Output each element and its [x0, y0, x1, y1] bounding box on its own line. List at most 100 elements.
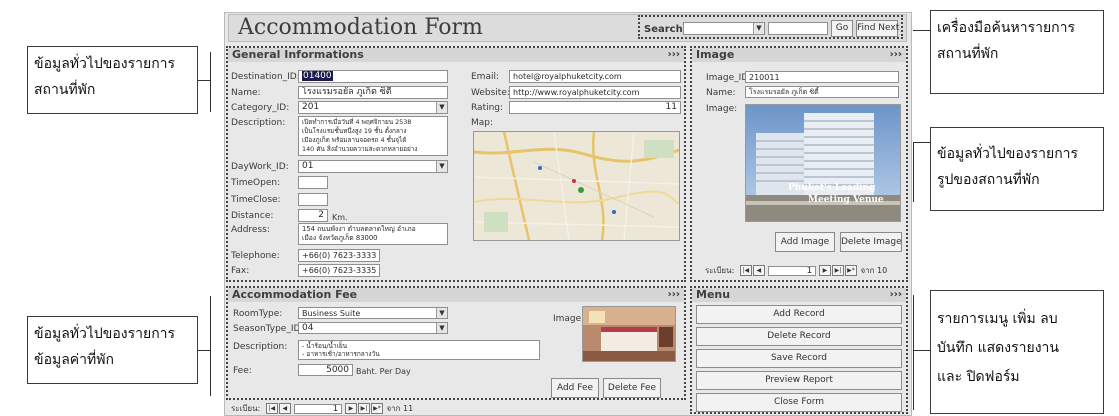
chevron-down-icon: ▼ [436, 323, 447, 333]
add-image-button[interactable]: Add Image [775, 232, 835, 252]
expand-icon[interactable]: ››› [668, 48, 680, 61]
image-section-title: Image [696, 48, 735, 61]
seasontype-id-combo[interactable]: 04 ▼ [298, 322, 448, 334]
map-label: Map: [471, 118, 494, 128]
image-header: Image ››› [692, 48, 906, 62]
fee-unit: Baht. Per Day [356, 367, 411, 376]
rating-label: Rating: [471, 103, 504, 113]
roomtype-combo[interactable]: Business Suite ▼ [298, 307, 448, 319]
search-label: Search: [644, 24, 687, 35]
address-label: Address: [231, 225, 270, 235]
rating-field[interactable]: 11 [509, 101, 681, 114]
callout-line [198, 350, 210, 351]
close-form-button[interactable]: Close Form [696, 393, 902, 412]
email-field[interactable]: hotel@royalphuketcity.com [509, 70, 681, 83]
save-record-button[interactable]: Save Record [696, 349, 902, 368]
daywork-id-combo[interactable]: 01 ▼ [298, 160, 448, 173]
annotation-menu: รายการเมนู เพิ่ม ลบ บันทึก แสดงรายงาน แล… [930, 290, 1104, 414]
callout-line [198, 80, 210, 81]
callout-line [913, 142, 930, 143]
fee-field[interactable]: 5000 [298, 364, 353, 376]
image-record-navigator: ระเบียน: |◀ ◀ 1 ▶ ▶| ▶* จาก 10 [705, 265, 888, 276]
fee-description-label: Description: [233, 342, 288, 352]
timeclose-field[interactable] [298, 193, 328, 206]
search-input[interactable] [768, 22, 828, 35]
fax-field[interactable]: +66(0) 7623-3335 [298, 264, 380, 277]
delete-fee-button[interactable]: Delete Fee [603, 378, 661, 398]
room-photo [582, 306, 676, 362]
go-button[interactable]: Go [831, 20, 853, 37]
chevron-down-icon: ▼ [436, 102, 447, 113]
image-name-field[interactable]: โรงแรมรอยัล ภูเก็ต ซิตี้ [745, 86, 899, 98]
delete-record-button[interactable]: Delete Record [696, 327, 902, 346]
address-field[interactable]: 154 ถนนพังงา ตำบลตลาดใหญ่ อำเภอ เมือง จั… [298, 223, 448, 245]
description-label: Description: [231, 118, 286, 128]
name-field[interactable]: โรงแรมรอยัล ภูเก็ต ซิตี้ [298, 86, 448, 99]
name-label: Name: [231, 88, 261, 98]
first-record-icon[interactable]: |◀ [739, 265, 752, 276]
image-image-label: Image: [706, 104, 738, 114]
distance-field[interactable]: 2 [298, 209, 328, 222]
timeopen-field[interactable] [298, 176, 328, 189]
expand-icon[interactable]: ››› [890, 48, 902, 61]
new-record-icon[interactable]: ▶* [370, 403, 383, 414]
record-number-field[interactable]: 1 [768, 265, 817, 276]
timeopen-label: TimeOpen: [231, 178, 281, 188]
menu-title: Menu [696, 288, 731, 301]
annotation-image-info: ข้อมูลทั่วไปของรายการ รูปของสถานที่พัก [930, 127, 1104, 211]
search-field-combo[interactable]: ▼ [683, 22, 765, 35]
menu-header: Menu ››› [692, 288, 906, 302]
prev-record-icon[interactable]: ◀ [278, 403, 291, 414]
category-id-combo[interactable]: 201 ▼ [298, 101, 448, 114]
daywork-id-label: DayWork_ID: [231, 162, 289, 172]
prev-record-icon[interactable]: ◀ [752, 265, 765, 276]
general-info-title: General Informations [232, 48, 364, 61]
callout-line [913, 295, 914, 410]
destination-id-field[interactable]: 01400 [298, 70, 448, 83]
callout-line [913, 142, 914, 202]
callout-line [210, 52, 211, 112]
telephone-field[interactable]: +66(0) 7623-3333 [298, 249, 380, 262]
last-record-icon[interactable]: ▶| [831, 265, 844, 276]
next-record-icon[interactable]: ▶ [344, 403, 357, 414]
timeclose-label: TimeClose: [231, 195, 281, 205]
last-record-icon[interactable]: ▶| [357, 403, 370, 414]
add-fee-button[interactable]: Add Fee [551, 378, 599, 398]
fee-section-title: Accommodation Fee [232, 288, 358, 301]
hotel-photo: Phuket's Leading Meeting Venue [745, 104, 901, 222]
website-field[interactable]: http://www.royalphuketcity.com [509, 86, 681, 99]
image-name-label: Name: [706, 88, 736, 98]
callout-line [913, 350, 930, 351]
expand-icon[interactable]: ››› [668, 288, 680, 301]
photo-caption-line1: Phuket's Leading [788, 183, 876, 193]
add-record-button[interactable]: Add Record [696, 305, 902, 324]
first-record-icon[interactable]: |◀ [265, 403, 278, 414]
telephone-label: Telephone: [231, 251, 280, 261]
photo-caption-line2: Meeting Venue [808, 195, 884, 205]
new-record-icon[interactable]: ▶* [844, 265, 857, 276]
map-image[interactable] [473, 131, 680, 241]
distance-label: Distance: [231, 211, 274, 221]
fee-image-label: Image: [553, 314, 585, 324]
description-field[interactable]: เปิดทำการเมื่อวันที่ 4 พฤศจิกายน 2538 เป… [298, 116, 448, 156]
category-id-label: Category_ID: [231, 103, 290, 113]
next-record-icon[interactable]: ▶ [818, 265, 831, 276]
roomtype-label: RoomType: [233, 309, 283, 319]
fee-description-field[interactable]: - น้ำร้อน/น้ำเย็น - อาหารเช้า/อาหารกลางว… [298, 340, 540, 360]
record-number-field[interactable]: 1 [294, 403, 343, 414]
annotation-search-tool: เครื่องมือค้นหารายการ สถานที่พัก [930, 10, 1104, 94]
expand-icon[interactable]: ››› [890, 288, 902, 301]
delete-image-button[interactable]: Delete Image [840, 232, 902, 252]
room-photo-graphic [583, 307, 675, 361]
fax-label: Fax: [231, 266, 250, 276]
fee-record-navigator: ระเบียน: |◀ ◀ 1 ▶ ▶| ▶* จาก 11 [231, 403, 414, 414]
fee-header: Accommodation Fee ››› [228, 288, 684, 302]
find-next-button[interactable]: Find Next [856, 20, 899, 37]
fee-label: Fee: [233, 366, 252, 376]
preview-report-button[interactable]: Preview Report [696, 371, 902, 390]
image-id-field[interactable]: 210011 [745, 71, 899, 83]
chevron-down-icon: ▼ [436, 308, 447, 318]
map-graphic [474, 132, 679, 240]
chevron-down-icon: ▼ [753, 23, 764, 34]
email-label: Email: [471, 72, 500, 82]
